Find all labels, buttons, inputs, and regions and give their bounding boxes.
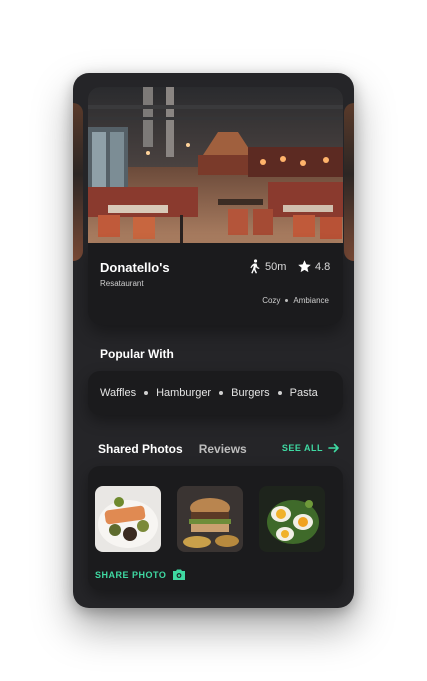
share-photo-button[interactable]: SHARE PHOTO [95,568,186,581]
restaurant-category: Resataurant [100,279,144,288]
rating-info: 4.8 [297,259,330,274]
popular-separator [219,391,224,395]
popular-separator [144,391,149,395]
restaurant-tags: Cozy Ambiance [262,296,329,305]
photo-carousel[interactable] [73,87,354,261]
shared-photo-thumbnail[interactable] [259,486,325,552]
popular-item[interactable]: Burgers [231,387,270,399]
share-photo-label: SHARE PHOTO [95,569,167,580]
popular-item[interactable]: Hamburger [156,387,211,399]
phone-frame: Donatello's Resataurant 50m 4.8 Cozy Amb… [73,73,354,608]
shared-photo-thumbnail[interactable] [177,486,243,552]
camera-icon [172,568,186,581]
restaurant-info-card[interactable]: Donatello's Resataurant 50m 4.8 Cozy Amb… [88,243,343,325]
tag-separator [285,299,289,302]
previous-photo-peek[interactable] [73,103,83,261]
see-all-button[interactable]: SEE ALL [282,442,340,454]
content-tabs: Shared Photos Reviews [98,442,247,456]
popular-with-card: Waffles Hamburger Burgers Pasta [88,371,343,415]
popular-separator [277,391,282,395]
tag: Cozy [262,296,281,305]
walking-person-icon [247,259,262,274]
distance-value: 50m [265,260,287,273]
next-photo-peek[interactable] [344,103,354,261]
tag: Ambiance [293,296,329,305]
distance-info: 50m [247,259,286,274]
popular-item[interactable]: Pasta [290,387,318,399]
popular-item[interactable]: Waffles [100,387,136,399]
tab-shared-photos[interactable]: Shared Photos [98,442,183,456]
star-icon [297,259,312,274]
arrow-right-icon [328,442,340,454]
see-all-label: SEE ALL [281,443,323,453]
popular-with-title: Popular With [100,347,174,361]
shared-photo-thumbnail[interactable] [95,486,161,552]
restaurant-hero-photo[interactable] [88,87,343,257]
shared-photos-card: SHARE PHOTO [88,466,343,590]
restaurant-name: Donatello's [100,260,170,275]
tab-reviews[interactable]: Reviews [199,442,247,456]
rating-value: 4.8 [315,260,331,273]
